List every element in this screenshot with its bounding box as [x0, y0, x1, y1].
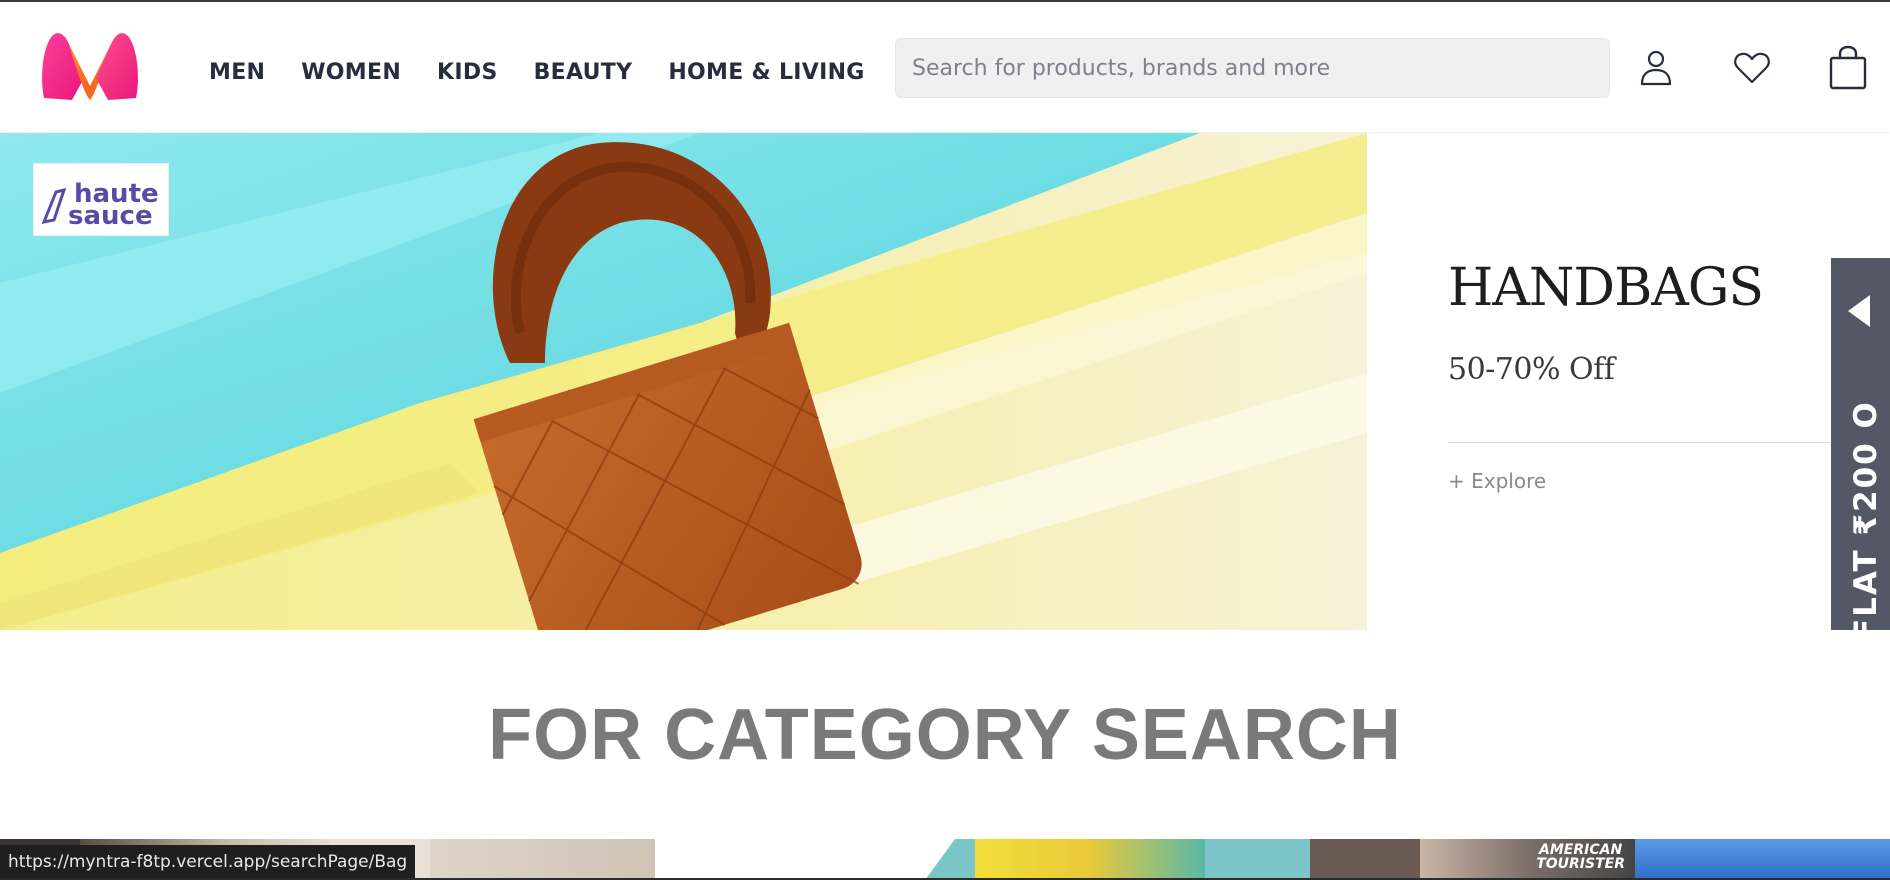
search-bar	[895, 38, 1610, 98]
offer-tab-label: FLAT ₹200 OFF	[1848, 400, 1884, 640]
category-tile-5[interactable]	[1635, 839, 1890, 880]
myntra-logo[interactable]	[38, 30, 142, 104]
profile-icon[interactable]	[1634, 46, 1678, 90]
tourister-brand-text: AMERICAN TOURISTER	[1536, 842, 1625, 872]
main-nav: MEN WOMEN KIDS BEAUTY HOME & LIVING	[209, 60, 901, 85]
nav-item-men[interactable]: MEN	[209, 60, 265, 85]
myntra-logo-icon	[42, 33, 138, 100]
category-tile-3[interactable]	[655, 839, 1310, 880]
banner-discount: 50-70% Off	[1448, 352, 1615, 387]
nav-item-women[interactable]: WOMEN	[301, 60, 401, 85]
banner-divider	[1448, 442, 1830, 443]
banner-text-panel	[1367, 133, 1890, 630]
explore-link[interactable]: + Explore	[1448, 469, 1546, 493]
hautesauce-brand-logo: haute sauce	[33, 163, 169, 236]
shopping-bag-icon[interactable]	[1826, 44, 1870, 90]
section-title: FOR CATEGORY SEARCH	[488, 695, 1402, 775]
chevron-left-icon	[1848, 295, 1870, 327]
banner-title: HANDBAGS	[1448, 258, 1764, 318]
search-input[interactable]	[896, 39, 1609, 97]
nav-item-home-living[interactable]: HOME & LIVING	[668, 60, 864, 85]
category-tile-4[interactable]: AMERICAN TOURISTER	[1310, 839, 1635, 880]
nav-item-kids[interactable]: KIDS	[437, 60, 498, 85]
handbag-banner-image[interactable]	[0, 133, 1367, 630]
status-bar-url: https://myntra-f8tp.vercel.app/searchPag…	[0, 845, 416, 880]
wishlist-heart-icon[interactable]	[1730, 46, 1774, 90]
brand-line2: sauce	[68, 201, 153, 231]
offer-tab-text-wrap: FLAT ₹200 OFF	[1834, 400, 1890, 640]
nav-item-beauty[interactable]: BEAUTY	[534, 60, 633, 85]
site-header: MEN WOMEN KIDS BEAUTY HOME & LIVING	[0, 2, 1890, 132]
